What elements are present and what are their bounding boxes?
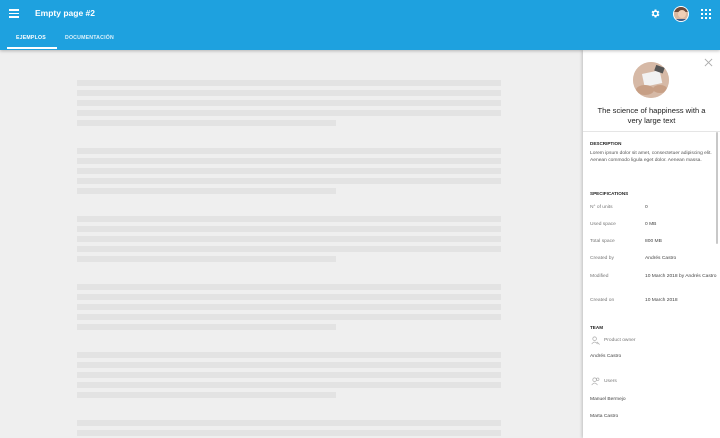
skeleton-line — [77, 90, 501, 96]
close-icon[interactable] — [704, 58, 713, 67]
spec-label: Total space — [590, 239, 615, 244]
spec-value: 800 MB — [645, 239, 662, 244]
main-content — [0, 50, 581, 438]
skeleton-line — [77, 100, 501, 106]
skeleton-line — [77, 158, 501, 164]
skeleton-line — [77, 188, 336, 194]
skeleton-line — [77, 246, 501, 252]
spec-value: 0 — [645, 205, 648, 210]
spec-value: 10 March 2018 — [645, 298, 678, 303]
page-title: Empty page #2 — [35, 8, 95, 18]
skeleton-line — [77, 168, 501, 174]
users-icon — [591, 377, 600, 386]
spec-value: Andrés Castro — [645, 256, 677, 261]
skeleton-line — [77, 352, 501, 358]
skeleton-line — [77, 80, 501, 86]
apps-icon[interactable] — [701, 9, 711, 19]
skeleton-line — [77, 324, 336, 330]
avatar[interactable] — [673, 6, 689, 22]
skeleton-line — [77, 110, 501, 116]
spec-label: Created on — [590, 298, 615, 303]
skeleton-line — [77, 430, 501, 436]
panel-avatar — [633, 62, 669, 98]
app-bar: Empty page #2 EJEMPLOS DOCUMENTACIÓN — [0, 0, 720, 50]
skeleton-line — [77, 392, 336, 398]
skeleton-line — [77, 284, 501, 290]
menu-icon[interactable] — [8, 7, 20, 19]
user-icon — [591, 336, 600, 345]
skeleton-line — [77, 382, 501, 388]
detail-panel: The science of happiness with a very lar… — [583, 50, 720, 438]
skeleton-line — [77, 294, 501, 300]
skeleton-line — [77, 216, 501, 222]
users-label: Users — [604, 379, 617, 384]
skeleton-line — [77, 314, 501, 320]
team-member[interactable]: Marta Castro — [590, 414, 618, 419]
skeleton-line — [77, 256, 336, 262]
specifications-heading: SPECIFICATIONS — [590, 191, 629, 196]
spec-label: Used space — [590, 222, 616, 227]
skeleton-line — [77, 236, 501, 242]
tab-ejemplos[interactable]: EJEMPLOS — [16, 35, 46, 41]
skeleton-line — [77, 120, 336, 126]
description-heading: DESCRIPTION — [590, 141, 622, 146]
spec-label: Modified — [590, 274, 609, 279]
active-tab-indicator — [7, 47, 57, 49]
panel-scrollbar[interactable] — [716, 132, 718, 244]
skeleton-line — [77, 178, 501, 184]
spec-label: Created by — [590, 256, 614, 261]
divider — [583, 131, 720, 132]
team-member[interactable]: Andrés Castro — [590, 354, 621, 359]
skeleton-line — [77, 372, 501, 378]
skeleton-line — [77, 226, 501, 232]
skeleton-line — [77, 362, 501, 368]
spec-value: 10 March 2018 by Andrés Castro — [645, 274, 717, 279]
skeleton-line — [77, 304, 501, 310]
gear-icon[interactable] — [650, 8, 661, 19]
description-text: Lorem ipsum dolor sit amet, consectetuer… — [590, 151, 712, 164]
product-owner-label: Product owner — [604, 338, 636, 343]
skeleton-line — [77, 420, 501, 426]
tab-documentacion[interactable]: DOCUMENTACIÓN — [65, 35, 114, 41]
team-heading: TEAM — [590, 325, 604, 330]
spec-label: N° of units — [590, 205, 613, 210]
spec-value: 0 MB — [645, 222, 657, 227]
team-member[interactable]: Manuel Bermejo — [590, 397, 626, 402]
skeleton-line — [77, 148, 501, 154]
panel-title: The science of happiness with a very lar… — [597, 106, 706, 125]
